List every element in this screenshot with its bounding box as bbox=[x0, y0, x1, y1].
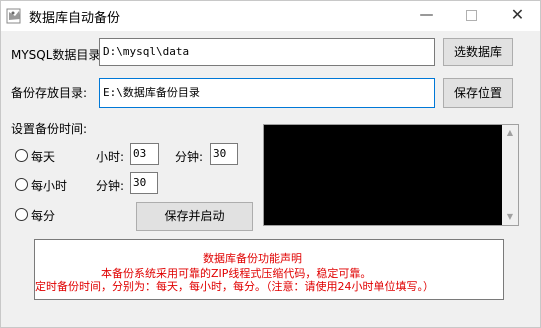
daily-radio[interactable] bbox=[15, 149, 28, 162]
notice-title: 数据库备份功能声明 bbox=[203, 252, 302, 265]
client-area: MYSQL数据目录: D:\mysql\data 选数据库 备份存放目录: E:… bbox=[1, 31, 540, 327]
backup-dir-label: 备份存放目录: bbox=[11, 86, 88, 100]
daily-hour-input[interactable]: 03 bbox=[130, 143, 159, 165]
save-and-start-button[interactable]: 保存并启动 bbox=[136, 202, 253, 231]
save-location-button[interactable]: 保存位置 bbox=[443, 78, 513, 108]
maximize-icon bbox=[466, 9, 477, 21]
select-database-button[interactable]: 选数据库 bbox=[443, 38, 513, 66]
chevron-down-icon[interactable]: ▼ bbox=[502, 209, 518, 225]
mysql-dir-input[interactable]: D:\mysql\data bbox=[99, 38, 435, 66]
hourly-label[interactable]: 每小时 bbox=[31, 177, 67, 194]
per-minute-label[interactable]: 每分 bbox=[31, 207, 55, 224]
minimize-button[interactable]: — bbox=[404, 1, 449, 31]
hourly-minute-label: 分钟: bbox=[96, 179, 125, 193]
notice-box: 数据库备份功能声明 本备份系统采用可靠的ZIP线程式压缩代码，稳定可靠。 定时备… bbox=[34, 239, 504, 300]
log-textarea[interactable]: ▲ ▼ bbox=[263, 124, 519, 226]
chevron-up-icon[interactable]: ▲ bbox=[502, 125, 518, 141]
maximize-button[interactable] bbox=[449, 1, 494, 31]
daily-label[interactable]: 每天 bbox=[31, 148, 55, 165]
app-window: 数据库自动备份 — ✕ MYSQL数据目录: D:\mysql\data 选数据… bbox=[0, 0, 541, 328]
schedule-heading: 设置备份时间: bbox=[11, 122, 88, 136]
hour-label: 小时: bbox=[96, 150, 125, 164]
hourly-minute-input[interactable]: 30 bbox=[130, 172, 158, 194]
notice-line-3: 定时备份时间，分别为：每天，每小时，每分。（注意：请使用24小时单位填写。） bbox=[35, 280, 434, 293]
database-icon bbox=[6, 8, 21, 24]
backup-dir-input[interactable]: E:\数据库备份目录 bbox=[99, 78, 435, 108]
title-bar[interactable]: 数据库自动备份 — ✕ bbox=[1, 1, 540, 31]
daily-minute-label: 分钟: bbox=[175, 150, 204, 164]
hourly-radio[interactable] bbox=[15, 178, 28, 191]
mysql-dir-label: MYSQL数据目录: bbox=[11, 48, 105, 62]
daily-minute-input[interactable]: 30 bbox=[210, 143, 238, 165]
per-minute-radio[interactable] bbox=[15, 208, 28, 221]
close-button[interactable]: ✕ bbox=[495, 1, 540, 31]
window-title: 数据库自动备份 bbox=[29, 11, 121, 26]
log-scrollbar[interactable]: ▲ ▼ bbox=[502, 125, 518, 225]
